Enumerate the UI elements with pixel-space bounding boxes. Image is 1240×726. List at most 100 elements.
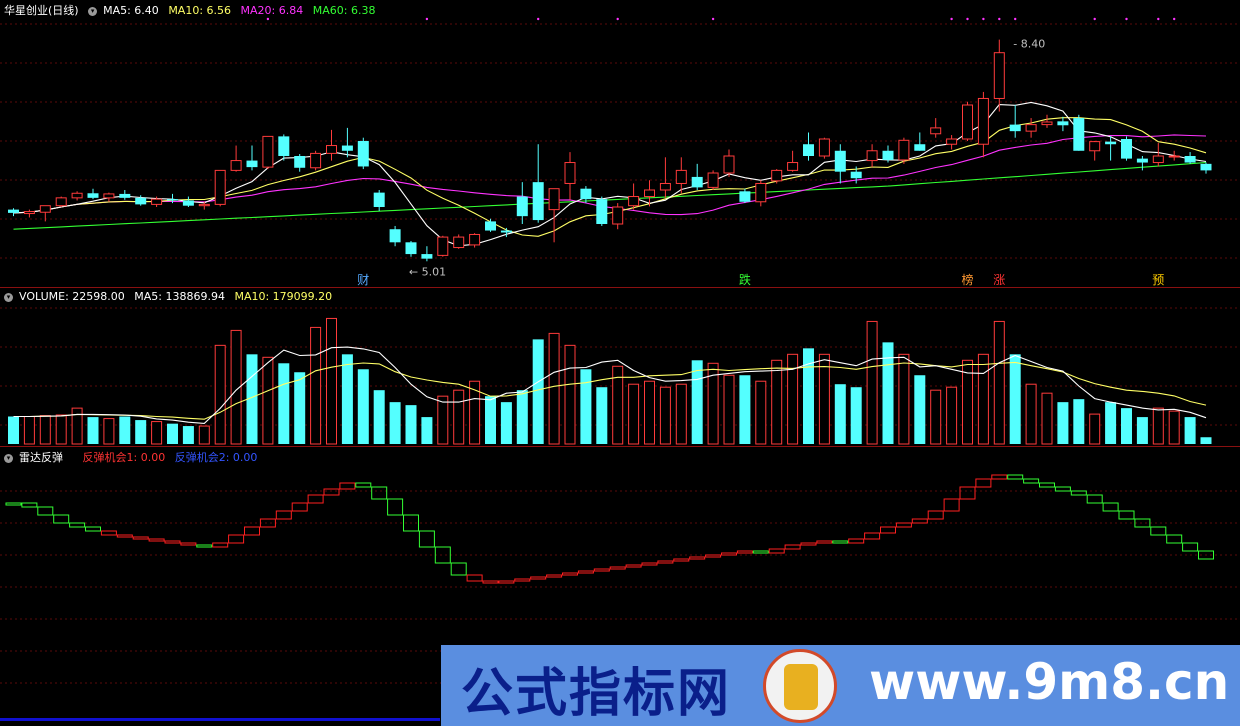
ma20-label: MA20: 6.84 [240, 4, 304, 17]
watermark-logo-icon [763, 649, 837, 723]
radar-step [943, 498, 960, 512]
radar-step [244, 526, 260, 536]
ma60-line [13, 161, 1207, 230]
signal-dot [711, 17, 715, 21]
radar-step [212, 542, 229, 548]
settings-circle-icon[interactable]: ▾ [4, 292, 13, 302]
volume-bar-down [850, 387, 862, 444]
volume-bar-down [596, 387, 608, 444]
ma10-line [13, 117, 1207, 237]
radar-step [1007, 474, 1024, 480]
volume-bar-up [310, 326, 322, 445]
radar-step [339, 482, 356, 490]
radar-step [784, 544, 801, 550]
volume-panel[interactable]: ▾ VOLUME: 22598.00 MA5: 138869.94 MA10: 1… [0, 288, 1240, 446]
radar-step [164, 540, 181, 544]
volume-bar-down [167, 423, 178, 444]
radar-step [498, 580, 515, 584]
radar-step [562, 572, 578, 576]
radar-step [927, 510, 944, 520]
radar-step [895, 522, 912, 528]
candle-up [326, 145, 337, 154]
signal-dot [1125, 17, 1128, 21]
candle-up [707, 172, 719, 188]
candle-up [71, 192, 83, 199]
radar-step [291, 502, 308, 512]
candle-up [437, 236, 449, 256]
radar-step [466, 574, 483, 582]
radar-name: 雷达反弹 [19, 451, 63, 464]
settings-circle-icon[interactable]: ▾ [4, 453, 13, 463]
volume-bar-up [39, 415, 51, 445]
volume-bar-down [278, 363, 290, 444]
radar-step [1118, 510, 1135, 520]
candle-up [866, 150, 878, 162]
volume-bar-up [564, 344, 576, 445]
signal-dot [616, 17, 619, 21]
candle-up [453, 236, 465, 249]
volume-chart[interactable] [0, 288, 1240, 446]
candle-down [357, 140, 369, 167]
radar-step [196, 544, 213, 548]
candle-up [469, 233, 481, 246]
radar-step [625, 564, 642, 568]
candle-down [421, 254, 433, 259]
radar-step [832, 540, 849, 544]
radar-step [911, 518, 928, 524]
volume-bar-up [1152, 407, 1164, 445]
candle-up [23, 211, 35, 215]
event-label: 预 [1152, 273, 1164, 287]
radar-step [275, 510, 292, 520]
event-label: 榜 [962, 272, 974, 287]
volume-bar-up [469, 380, 481, 445]
candle-up [1168, 155, 1180, 158]
candle-down [691, 176, 703, 188]
bottom-scroll-bar[interactable] [0, 718, 440, 721]
volume-bar-up [628, 383, 640, 445]
radar-step [132, 536, 149, 540]
settings-circle-icon[interactable]: ▾ [88, 6, 98, 16]
candle-up [1025, 124, 1037, 132]
candle-down [500, 230, 512, 233]
volume-bar-down [1136, 417, 1148, 444]
volume-bar-up [437, 395, 449, 445]
candle-up [103, 193, 115, 199]
radar-step [1182, 542, 1199, 552]
radar-step [1070, 490, 1087, 496]
volume-bar-down [1009, 354, 1021, 444]
radar-step [593, 568, 610, 572]
price-panel[interactable]: - 8.40 ← 5.01 财 跌 榜 涨 预 华星创业(日线) ▾ MA5: 6.40 MA… [0, 0, 1240, 287]
candle-down [532, 182, 544, 221]
radar-step [577, 570, 594, 574]
radar-step [418, 530, 435, 548]
volume-bar-down [87, 417, 99, 444]
candle-down [1200, 163, 1212, 171]
radar-step [85, 526, 101, 532]
logo-key-shape [784, 664, 818, 710]
volume-bar-down [389, 402, 401, 444]
volume-bar-up [993, 320, 1005, 445]
volume-bar-up [723, 374, 735, 445]
candle-up [214, 169, 226, 205]
candle-down [278, 136, 290, 156]
candle-down [1009, 124, 1021, 132]
radar-step [959, 486, 976, 500]
radar-step [1166, 534, 1183, 544]
radar-step [482, 580, 499, 584]
radar-step [259, 518, 276, 528]
candle-down [246, 160, 258, 168]
volume-bar-up [644, 380, 655, 445]
price-chart[interactable]: - 8.40 ← 5.01 财 跌 榜 涨 预 [0, 0, 1240, 287]
candle-up [548, 188, 560, 211]
candle-down [341, 145, 353, 151]
volume-bar-down [294, 372, 306, 444]
volume-bar-up [151, 421, 163, 445]
candle-up [628, 196, 640, 207]
radar-step [975, 478, 992, 488]
candle-down [834, 150, 846, 172]
radar-step [450, 562, 467, 576]
radar-step [657, 560, 674, 564]
radar-step [355, 482, 372, 488]
radar-step [323, 488, 340, 496]
candle-up [898, 139, 910, 161]
